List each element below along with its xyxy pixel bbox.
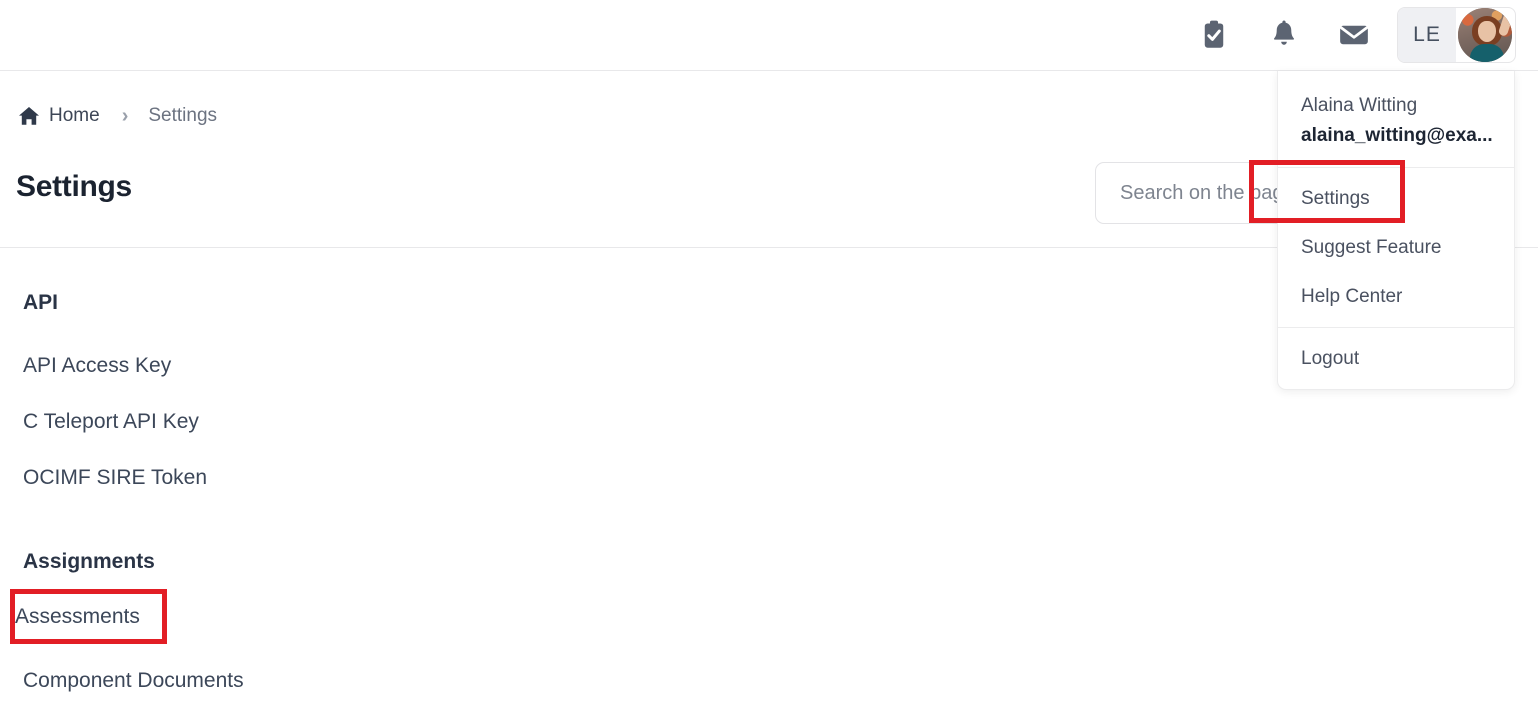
bell-icon[interactable] [1249, 0, 1319, 70]
link-label[interactable]: API Access Key [23, 339, 171, 393]
breadcrumb: Home › Settings [18, 101, 217, 131]
clipboard-check-icon[interactable] [1179, 0, 1249, 70]
settings-link-c-teleport-api-key: C Teleport API Key [23, 395, 207, 451]
envelope-icon[interactable] [1319, 0, 1389, 70]
dropdown-logout-group: Logout [1278, 328, 1514, 389]
user-menu-button[interactable]: LE [1397, 7, 1516, 63]
dropdown-user-email: alaina_witting@exa... [1301, 125, 1493, 146]
chevron-right-icon: › [121, 104, 129, 127]
dropdown-user-info: Alaina Witting alaina_witting@exa... [1278, 71, 1514, 167]
link-label[interactable]: C Teleport API Key [23, 395, 199, 449]
top-bar: LE [0, 0, 1538, 71]
link-label[interactable]: Assessments [15, 605, 140, 629]
group-title-assignments: Assignments [23, 550, 155, 573]
dropdown-item-logout[interactable]: Logout [1278, 334, 1514, 383]
settings-link-component-documents: Component Documents [23, 654, 244, 707]
highlight-assessments-label[interactable]: Assessments [15, 589, 165, 644]
breadcrumb-home-link[interactable]: Home [49, 105, 100, 127]
user-initials: LE [1398, 8, 1456, 62]
link-label[interactable]: OCIMF SIRE Token [23, 451, 207, 505]
dropdown-item-help-center[interactable]: Help Center [1278, 272, 1514, 321]
user-dropdown-menu: Alaina Witting alaina_witting@exa... Set… [1277, 71, 1515, 390]
settings-group-api: API API Access Key C Teleport API Key OC… [23, 291, 207, 507]
home-icon[interactable] [18, 106, 40, 126]
dropdown-item-settings[interactable]: Settings [1278, 174, 1514, 223]
dropdown-links-group: Settings Suggest Feature Help Center [1278, 168, 1514, 327]
top-bar-actions: LE [1179, 0, 1530, 70]
group-title-api: API [23, 291, 59, 314]
settings-page: LE Home › Settings Settings Search on th… [0, 0, 1538, 707]
dropdown-user-name: Alaina Witting [1301, 95, 1418, 116]
user-avatar-photo [1458, 8, 1512, 62]
page-title: Settings [16, 170, 132, 203]
settings-link-api-access-key: API Access Key [23, 339, 207, 395]
dropdown-item-suggest-feature[interactable]: Suggest Feature [1278, 223, 1514, 272]
settings-link-ocimf-sire-token: OCIMF SIRE Token [23, 451, 207, 507]
breadcrumb-current: Settings [148, 105, 218, 126]
link-label[interactable]: Component Documents [23, 654, 244, 707]
